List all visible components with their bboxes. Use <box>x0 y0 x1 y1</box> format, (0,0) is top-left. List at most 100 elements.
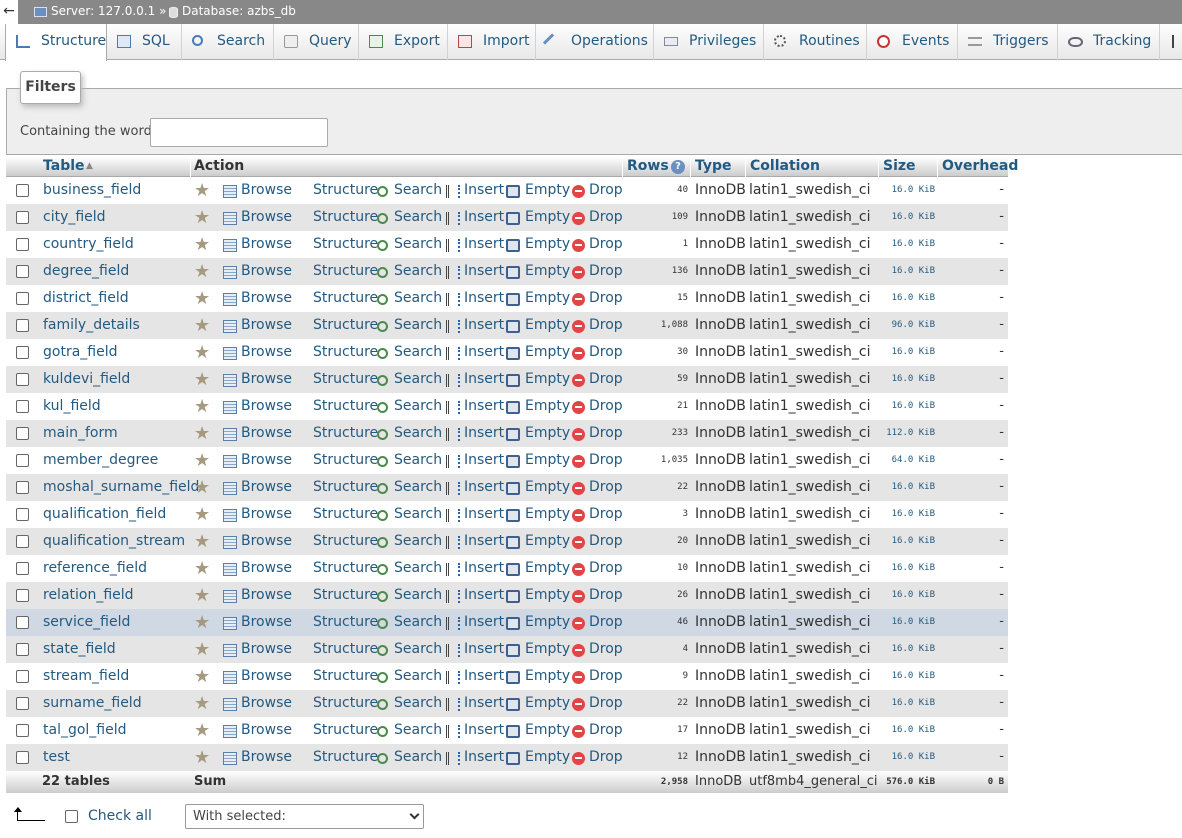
drop-link[interactable]: Drop <box>589 236 623 252</box>
insert-link[interactable]: Insert <box>464 398 504 414</box>
size-link[interactable]: 16.0 KiB <box>892 482 935 492</box>
browse-link[interactable]: Browse <box>241 317 292 333</box>
structure-link[interactable]: Structure <box>313 182 378 198</box>
insert-link[interactable]: Insert <box>464 290 504 306</box>
table-name-link[interactable]: kuldevi_field <box>43 371 130 387</box>
structure-link[interactable]: Structure <box>313 587 378 603</box>
size-link[interactable]: 16.0 KiB <box>892 347 935 357</box>
drop-link[interactable]: Drop <box>589 317 623 333</box>
browse-link[interactable]: Browse <box>241 398 292 414</box>
table-name-link[interactable]: district_field <box>43 290 129 306</box>
size-link[interactable]: 16.0 KiB <box>892 644 935 654</box>
table-name-link[interactable]: test <box>43 749 70 765</box>
insert-link[interactable]: Insert <box>464 236 504 252</box>
search-link[interactable]: Search <box>394 263 442 279</box>
size-link[interactable]: 16.0 KiB <box>892 617 935 627</box>
search-link[interactable]: Search <box>394 614 442 630</box>
drop-link[interactable]: Drop <box>589 425 623 441</box>
insert-link[interactable]: Insert <box>464 533 504 549</box>
drop-link[interactable]: Drop <box>589 182 623 198</box>
insert-link[interactable]: Insert <box>464 560 504 576</box>
browse-link[interactable]: Browse <box>241 533 292 549</box>
column-rows[interactable]: Rows <box>627 158 669 174</box>
tab-events[interactable]: Events <box>867 24 958 60</box>
drop-link[interactable]: Drop <box>589 398 623 414</box>
size-link[interactable]: 16.0 KiB <box>892 212 935 222</box>
browse-link[interactable]: Browse <box>241 695 292 711</box>
favorite-star-icon[interactable]: ★ <box>194 612 210 633</box>
empty-link[interactable]: Empty <box>525 425 570 441</box>
structure-link[interactable]: Structure <box>313 371 378 387</box>
structure-link[interactable]: Structure <box>313 533 378 549</box>
insert-link[interactable]: Insert <box>464 425 504 441</box>
structure-link[interactable]: Structure <box>313 263 378 279</box>
favorite-star-icon[interactable]: ★ <box>194 666 210 687</box>
search-link[interactable]: Search <box>394 533 442 549</box>
empty-link[interactable]: Empty <box>525 560 570 576</box>
tab-query[interactable]: Query <box>274 24 359 60</box>
drop-link[interactable]: Drop <box>589 209 623 225</box>
browse-link[interactable]: Browse <box>241 479 292 495</box>
search-link[interactable]: Search <box>394 317 442 333</box>
filter-input[interactable] <box>150 118 328 147</box>
drop-link[interactable]: Drop <box>589 533 623 549</box>
size-link[interactable]: 16.0 KiB <box>892 563 935 573</box>
insert-link[interactable]: Insert <box>464 587 504 603</box>
structure-link[interactable]: Structure <box>313 722 378 738</box>
favorite-star-icon[interactable]: ★ <box>194 261 210 282</box>
size-link[interactable]: 16.0 KiB <box>892 671 935 681</box>
table-name-link[interactable]: qualification_field <box>43 506 166 522</box>
favorite-star-icon[interactable]: ★ <box>194 531 210 552</box>
browse-link[interactable]: Browse <box>241 182 292 198</box>
table-name-link[interactable]: gotra_field <box>43 344 117 360</box>
favorite-star-icon[interactable]: ★ <box>194 450 210 471</box>
size-link[interactable]: 16.0 KiB <box>892 509 935 519</box>
size-link[interactable]: 16.0 KiB <box>892 185 935 195</box>
structure-link[interactable]: Structure <box>313 425 378 441</box>
tab-operations[interactable]: Operations <box>536 24 654 60</box>
size-link[interactable]: 16.0 KiB <box>892 266 935 276</box>
insert-link[interactable]: Insert <box>464 668 504 684</box>
search-link[interactable]: Search <box>394 587 442 603</box>
check-all-label[interactable]: Check all <box>88 808 152 824</box>
size-link[interactable]: 16.0 KiB <box>892 239 935 249</box>
favorite-star-icon[interactable]: ★ <box>194 693 210 714</box>
search-link[interactable]: Search <box>394 209 442 225</box>
breadcrumb-server[interactable]: Server: 127.0.0.1 » <box>51 4 166 18</box>
insert-link[interactable]: Insert <box>464 749 504 765</box>
favorite-star-icon[interactable]: ★ <box>194 477 210 498</box>
tab-routines[interactable]: Routines <box>764 24 867 60</box>
search-link[interactable]: Search <box>394 236 442 252</box>
size-link[interactable]: 16.0 KiB <box>892 293 935 303</box>
search-link[interactable]: Search <box>394 506 442 522</box>
insert-link[interactable]: Insert <box>464 209 504 225</box>
drop-link[interactable]: Drop <box>589 668 623 684</box>
insert-link[interactable]: Insert <box>464 479 504 495</box>
table-name-link[interactable]: country_field <box>43 236 134 252</box>
search-link[interactable]: Search <box>394 479 442 495</box>
structure-link[interactable]: Structure <box>313 236 378 252</box>
tab-tracking[interactable]: Tracking <box>1058 24 1160 60</box>
table-name-link[interactable]: tal_gol_field <box>43 722 127 738</box>
insert-link[interactable]: Insert <box>464 317 504 333</box>
structure-link[interactable]: Structure <box>313 668 378 684</box>
drop-link[interactable]: Drop <box>589 290 623 306</box>
insert-link[interactable]: Insert <box>464 614 504 630</box>
structure-link[interactable]: Structure <box>313 479 378 495</box>
search-link[interactable]: Search <box>394 560 442 576</box>
check-all-checkbox[interactable] <box>65 810 78 823</box>
table-name-link[interactable]: main_form <box>43 425 118 441</box>
empty-link[interactable]: Empty <box>525 290 570 306</box>
favorite-star-icon[interactable]: ★ <box>194 639 210 660</box>
table-name-link[interactable]: member_degree <box>43 452 158 468</box>
table-name-link[interactable]: moshal_surname_field <box>43 479 199 495</box>
search-link[interactable]: Search <box>394 425 442 441</box>
drop-link[interactable]: Drop <box>589 344 623 360</box>
column-type[interactable]: Type <box>695 158 732 174</box>
table-name-link[interactable]: business_field <box>43 182 141 198</box>
drop-link[interactable]: Drop <box>589 560 623 576</box>
table-name-link[interactable]: qualification_stream <box>43 533 185 549</box>
drop-link[interactable]: Drop <box>589 695 623 711</box>
empty-link[interactable]: Empty <box>525 668 570 684</box>
structure-link[interactable]: Structure <box>313 506 378 522</box>
